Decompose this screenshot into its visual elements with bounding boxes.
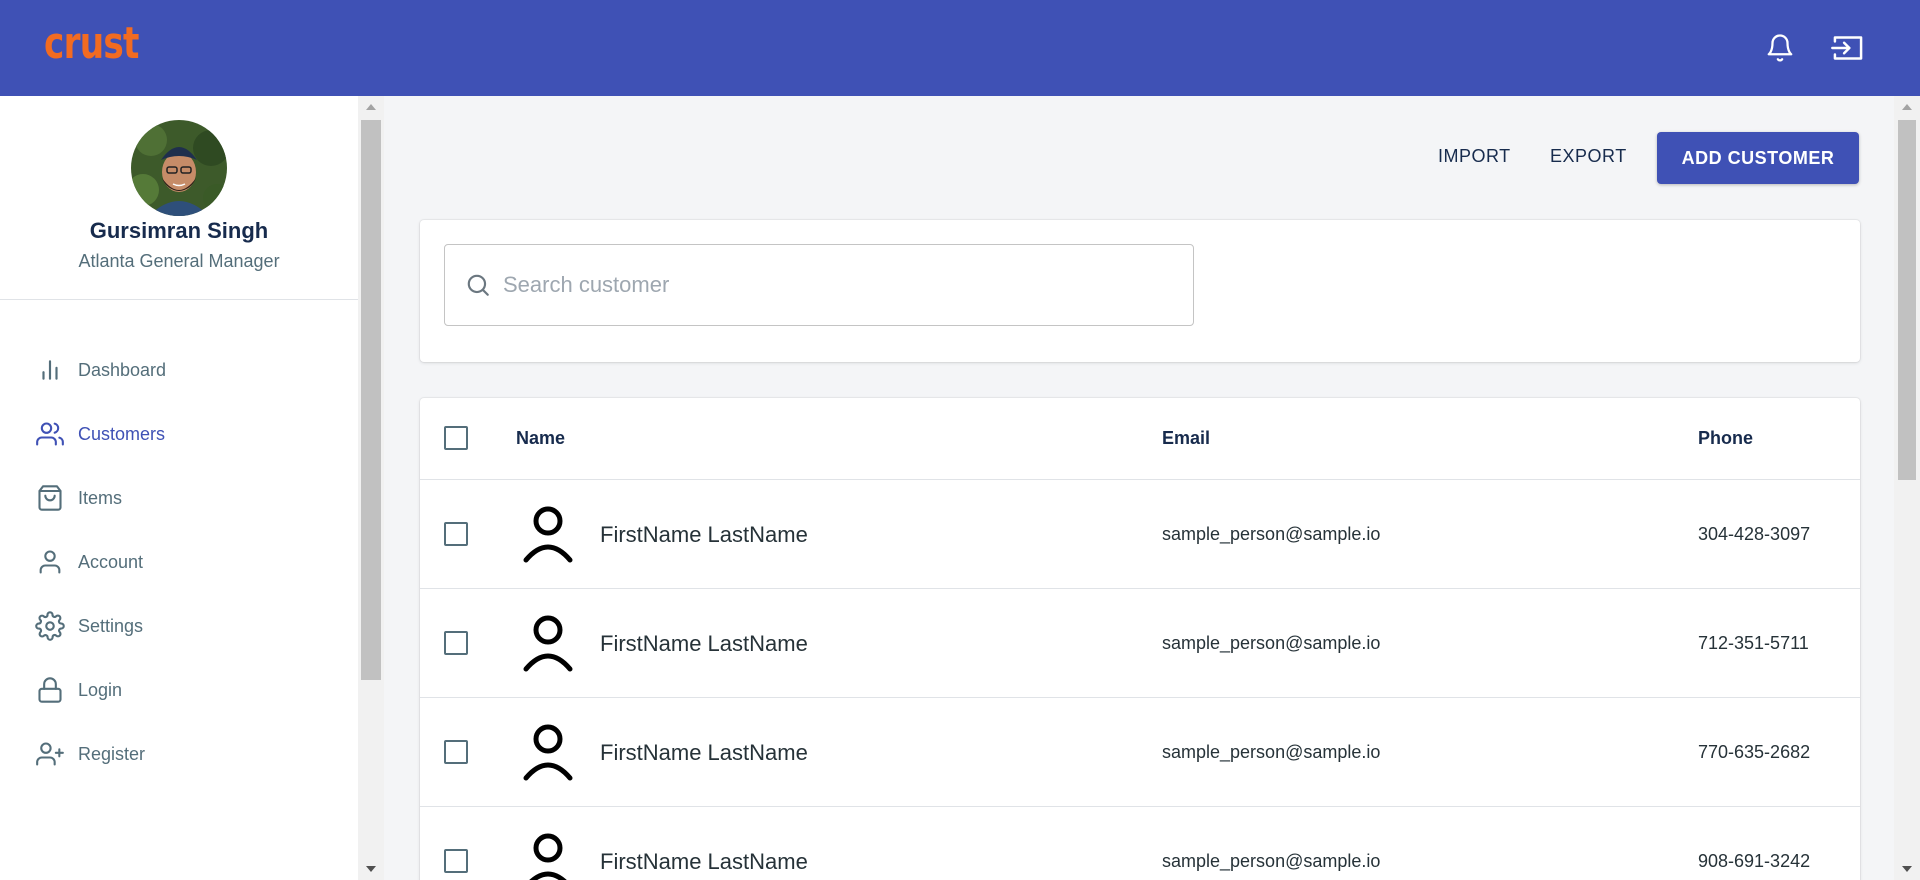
profile-section: Gursimran Singh Atlanta General Manager [0,96,358,300]
scroll-down-arrow-icon[interactable] [1902,866,1912,872]
row-checkbox[interactable] [444,522,468,546]
profile-role: Atlanta General Manager [78,251,280,271]
avatar[interactable] [131,120,227,216]
customer-name: FirstName LastName [600,631,808,656]
customer-phone: 770-635-2682 [1698,742,1811,762]
sidebar-item-label: Login [78,679,123,700]
scroll-up-arrow-icon[interactable] [1902,104,1912,110]
person-icon [520,613,576,673]
column-header-phone[interactable]: Phone [1698,428,1753,449]
scroll-up-arrow-icon[interactable] [366,104,376,110]
table-row[interactable]: FirstName LastName sample_person@sample.… [420,807,1860,880]
app-logo[interactable]: crust [44,20,139,68]
sidebar-item-settings[interactable]: Settings [34,606,143,646]
customer-email: sample_person@sample.io [1162,742,1381,762]
sidebar-item-items[interactable]: Items [34,478,122,518]
sidebar-item-customers[interactable]: Customers [34,414,165,454]
column-header-email[interactable]: Email [1162,428,1210,449]
customer-phone: 304-428-3097 [1698,524,1811,544]
main-scrollbar[interactable] [1894,96,1920,880]
search-field[interactable] [444,244,1194,326]
shopping-bag-icon [34,482,66,514]
bar-chart-icon [34,354,66,386]
logout-icon[interactable] [1830,30,1866,66]
customer-phone: 712-351-5711 [1698,633,1809,653]
table-header: Name Email Phone [420,398,1860,480]
profile-name: Gursimran Singh [89,218,269,243]
sidebar-item-label: Register [78,743,146,764]
sidebar-item-login[interactable]: Login [34,670,122,710]
table-row[interactable]: FirstName LastName sample_person@sample.… [420,589,1860,698]
sidebar-item-label: Items [78,487,123,508]
scroll-down-arrow-icon[interactable] [366,866,376,872]
row-checkbox[interactable] [444,631,468,655]
customers-table: Name Email Phone FirstName LastName samp… [420,398,1860,880]
customer-name: FirstName LastName [600,522,808,547]
top-app-bar: crust [0,0,1920,96]
person-icon [520,722,576,782]
sidebar-item-register[interactable]: Register [34,734,145,774]
lock-icon [34,674,66,706]
customer-email: sample_person@sample.io [1162,633,1381,653]
sidebar-item-label: Dashboard [78,359,167,380]
column-header-name[interactable]: Name [516,428,565,449]
users-icon [34,418,66,450]
sidebar-item-dashboard[interactable]: Dashboard [34,350,166,390]
main-scrollbar-thumb[interactable] [1898,120,1916,480]
customer-name: FirstName LastName [600,849,808,874]
search-card [420,220,1860,362]
bell-icon[interactable] [1762,30,1798,66]
search-icon [465,272,491,298]
sidebar-scrollbar-thumb[interactable] [361,120,381,680]
table-row[interactable]: FirstName LastName sample_person@sample.… [420,698,1860,807]
customer-email: sample_person@sample.io [1162,851,1381,871]
table-row[interactable]: FirstName LastName sample_person@sample.… [420,480,1860,589]
customer-name: FirstName LastName [600,740,808,765]
sidebar-item-label: Account [78,551,144,572]
row-checkbox[interactable] [444,740,468,764]
export-button[interactable]: EXPORT [1550,136,1627,176]
select-all-checkbox[interactable] [444,426,468,450]
sidebar-scrollbar[interactable] [358,96,384,880]
sidebar: Gursimran Singh Atlanta General Manager … [0,96,358,880]
search-input[interactable] [503,272,1143,298]
sidebar-item-label: Settings [78,615,144,636]
row-checkbox[interactable] [444,849,468,873]
sidebar-item-label: Customers [78,423,166,444]
sidebar-item-account[interactable]: Account [34,542,143,582]
main-content: IMPORT EXPORT ADD CUSTOMER Name Email Ph… [384,96,1894,880]
customer-email: sample_person@sample.io [1162,524,1381,544]
customer-phone: 908-691-3242 [1698,851,1811,871]
person-icon [520,504,576,564]
person-icon [520,831,576,880]
gear-icon [34,610,66,642]
import-button[interactable]: IMPORT [1438,136,1511,176]
user-plus-icon [34,738,66,770]
add-customer-button[interactable]: ADD CUSTOMER [1657,132,1859,184]
user-icon [34,546,66,578]
